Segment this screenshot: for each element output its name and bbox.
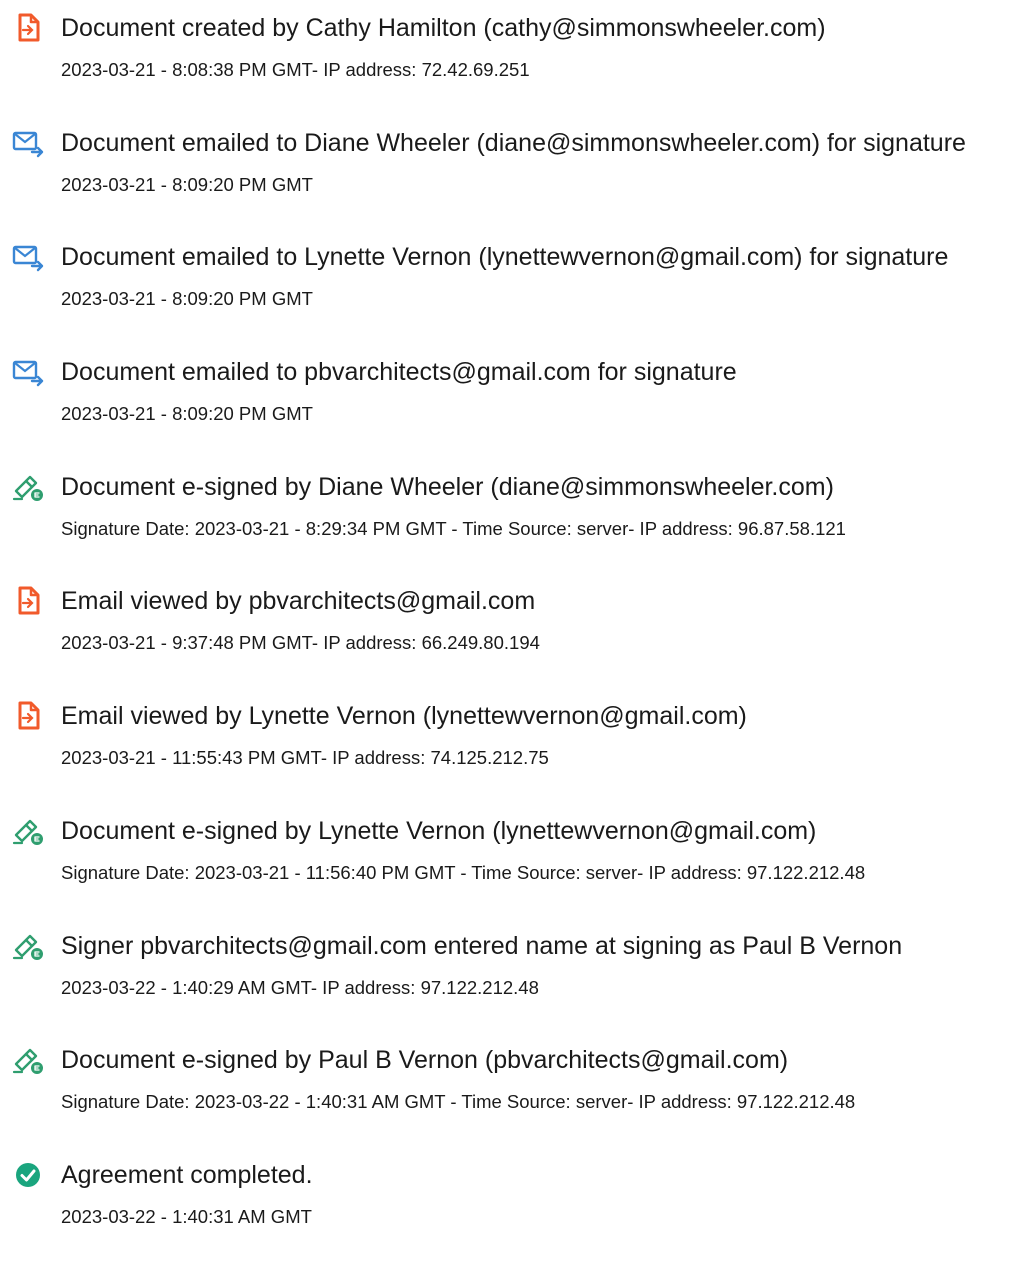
email-sent-icon (12, 127, 44, 159)
event-detail: 2023-03-21 - 11:55:43 PM GMT- IP address… (61, 747, 549, 769)
event-title: Email viewed by Lynette Vernon (lynettew… (61, 702, 747, 731)
event-title: Signer pbvarchitects@gmail.com entered n… (61, 931, 903, 960)
event-detail: 2023-03-21 - 9:37:48 PM GMT- IP address:… (61, 632, 540, 654)
esign-pen-icon (12, 930, 44, 962)
esign-pen-icon (12, 815, 44, 847)
document-icon (12, 12, 44, 44)
event-title: Document e-signed by Paul B Vernon (pbva… (61, 1046, 789, 1075)
audit-event: Document emailed to pbvarchitects@gmail.… (0, 344, 1030, 459)
event-detail: Signature Date: 2023-03-22 - 1:40:31 AM … (61, 1091, 856, 1113)
audit-event-list: Document created by Cathy Hamilton (cath… (0, 0, 1030, 1262)
event-detail: Signature Date: 2023-03-21 - 11:56:40 PM… (61, 861, 866, 883)
event-title: Document e-signed by Diane Wheeler (dian… (61, 472, 834, 501)
email-sent-icon (12, 241, 44, 273)
event-detail: 2023-03-21 - 8:08:38 PM GMT- IP address:… (61, 59, 530, 80)
audit-event: Document e-signed by Diane Wheeler (dian… (0, 459, 1030, 574)
event-title: Agreement completed. (61, 1160, 313, 1189)
audit-event: Agreement completed. 2023-03-22 - 1:40:3… (0, 1147, 1030, 1262)
audit-event: Document created by Cathy Hamilton (cath… (0, 0, 1030, 115)
event-title: Document e-signed by Lynette Vernon (lyn… (61, 816, 817, 845)
audit-event: Document emailed to Diane Wheeler (diane… (0, 115, 1030, 230)
audit-event: Document e-signed by Paul B Vernon (pbva… (0, 1032, 1030, 1147)
email-sent-icon (12, 356, 44, 388)
event-title: Document emailed to Lynette Vernon (lyne… (61, 243, 949, 272)
event-detail: Signature Date: 2023-03-21 - 8:29:34 PM … (61, 517, 846, 539)
event-title: Document created by Cathy Hamilton (cath… (61, 14, 826, 42)
esign-pen-icon (12, 471, 44, 503)
event-title: Document emailed to Diane Wheeler (diane… (61, 128, 966, 157)
event-title: Document emailed to pbvarchitects@gmail.… (61, 358, 737, 387)
audit-event: Document e-signed by Lynette Vernon (lyn… (0, 803, 1030, 918)
audit-event: Email viewed by pbvarchitects@gmail.com … (0, 573, 1030, 688)
audit-event: Document emailed to Lynette Vernon (lyne… (0, 229, 1030, 344)
esign-pen-icon (12, 1044, 44, 1076)
document-icon (12, 585, 44, 617)
audit-event: Email viewed by Lynette Vernon (lynettew… (0, 688, 1030, 803)
event-detail: 2023-03-21 - 8:09:20 PM GMT (61, 403, 313, 425)
checkmark-circle-icon (12, 1159, 44, 1191)
document-icon (12, 700, 44, 732)
event-detail: 2023-03-21 - 8:09:20 PM GMT (61, 288, 313, 310)
event-title: Email viewed by pbvarchitects@gmail.com (61, 587, 536, 616)
event-detail: 2023-03-21 - 8:09:20 PM GMT (61, 173, 313, 195)
event-detail: 2023-03-22 - 1:40:29 AM GMT- IP address:… (61, 976, 539, 998)
audit-event: Signer pbvarchitects@gmail.com entered n… (0, 918, 1030, 1033)
